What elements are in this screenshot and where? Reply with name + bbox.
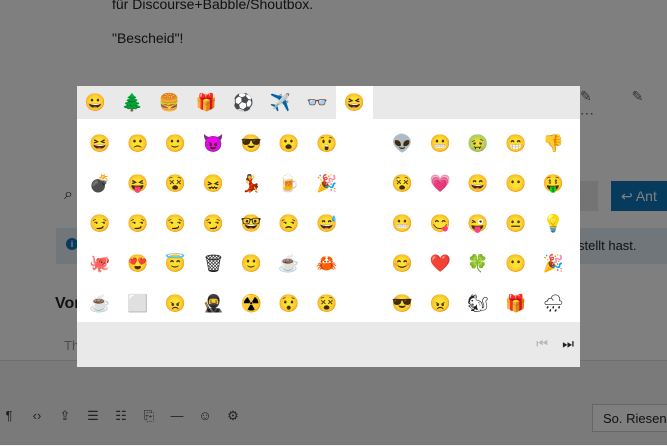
tab-custom[interactable]: 😆	[336, 86, 373, 119]
emoji-item[interactable]: 👎	[535, 123, 573, 163]
emoji-item[interactable]: 😏	[81, 203, 119, 243]
emoji-item[interactable]: 😇	[157, 243, 195, 283]
emoji-empty-cell	[346, 163, 384, 203]
emoji-item[interactable]: 🙂	[157, 123, 195, 163]
emoji-item[interactable]: 😋	[421, 203, 459, 243]
last-page-icon[interactable]: ⏭	[562, 336, 574, 352]
emoji-item[interactable]: 😆	[81, 123, 119, 163]
emoji-empty-cell	[346, 243, 384, 283]
emoji-item[interactable]: 🐿	[459, 283, 497, 323]
emoji-grid: 😆 🙁 🙂 😈 😎 😮 😲 👽 😬 🤢 😁 👎 💣 😝 😵 😖 💃 🍺 🎉 😵 💗 😄 😶 🤑 😏 😏 😏 😏 🤓 😒 😅 😬 😋 😜 😐 💡 🐙 😍 😇 🗑…	[81, 123, 572, 323]
emoji-item[interactable]: 🍀	[459, 243, 497, 283]
tab-celebration[interactable]: 🎁	[188, 86, 225, 119]
tab-objects[interactable]: 👓	[299, 86, 336, 119]
emoji-category-tabs: 😀 🌲 🍔 🎁 ⚽ ✈️ 👓 😆	[77, 86, 580, 119]
tab-nature[interactable]: 🌲	[114, 86, 151, 119]
emoji-item[interactable]: ☕	[270, 243, 308, 283]
emoji-item[interactable]: 🎉	[535, 243, 573, 283]
emoji-item[interactable]: 🤓	[232, 203, 270, 243]
emoji-item[interactable]: 😐	[497, 203, 535, 243]
emoji-item[interactable]: 😠	[421, 283, 459, 323]
emoji-item[interactable]: 🎁	[497, 283, 535, 323]
emoji-item[interactable]: 🙁	[119, 123, 157, 163]
emoji-empty-cell	[346, 123, 384, 163]
emoji-item[interactable]: 🗑	[194, 243, 232, 283]
emoji-item[interactable]: 😶	[497, 243, 535, 283]
emoji-item[interactable]: 😝	[119, 163, 157, 203]
emoji-grid-area: 😆 🙁 🙂 😈 😎 😮 😲 👽 😬 🤢 😁 👎 💣 😝 😵 😖 💃 🍺 🎉 😵 💗 😄 😶 🤑 😏 😏 😏 😏 🤓 😒 😅 😬 😋 😜 😐 💡 🐙 😍 😇 🗑…	[77, 119, 580, 322]
emoji-empty-cell	[346, 203, 384, 243]
emoji-item[interactable]: 😎	[383, 283, 421, 323]
emoji-item[interactable]: 💡	[535, 203, 573, 243]
emoji-item[interactable]: 🥷	[194, 283, 232, 323]
emoji-item[interactable]: 😵	[308, 283, 346, 323]
emoji-item[interactable]: 🌧	[535, 283, 573, 323]
emoji-item[interactable]: 😶	[497, 163, 535, 203]
emoji-item[interactable]: 😒	[270, 203, 308, 243]
tab-activity[interactable]: ⚽	[225, 86, 262, 119]
emoji-item[interactable]: ❤️	[421, 243, 459, 283]
emoji-item[interactable]: 🍺	[270, 163, 308, 203]
emoji-item[interactable]: 🙂	[232, 243, 270, 283]
emoji-item[interactable]: ☢️	[232, 283, 270, 323]
emoji-item[interactable]: 😈	[194, 123, 232, 163]
emoji-item[interactable]: 🦀	[308, 243, 346, 283]
emoji-item[interactable]: 😬	[383, 203, 421, 243]
emoji-item[interactable]: 🎉	[308, 163, 346, 203]
emoji-item[interactable]: 😎	[232, 123, 270, 163]
emoji-item[interactable]: 😬	[421, 123, 459, 163]
emoji-item[interactable]: 💣	[81, 163, 119, 203]
emoji-item[interactable]: 😯	[270, 283, 308, 323]
emoji-picker-modal: 😀 🌲 🍔 🎁 ⚽ ✈️ 👓 😆 😆 🙁 🙂 😈 😎 😮 😲 👽 😬 🤢 😁 👎 💣 😝 😵 😖 💃 🍺 🎉 😵 💗 😄 😶 🤑 😏 😏 😏 😏 🤓 😒…	[77, 86, 580, 367]
emoji-item[interactable]: 😏	[157, 203, 195, 243]
tab-smileys[interactable]: 😀	[77, 86, 114, 119]
tab-food[interactable]: 🍔	[151, 86, 188, 119]
emoji-item[interactable]: ☕	[81, 283, 119, 323]
emoji-item[interactable]: 🤢	[459, 123, 497, 163]
emoji-item[interactable]: 😵	[383, 163, 421, 203]
emoji-item[interactable]: 👽	[383, 123, 421, 163]
emoji-item[interactable]: 😍	[119, 243, 157, 283]
emoji-item[interactable]: 💗	[421, 163, 459, 203]
first-page-icon[interactable]: ⏮	[536, 336, 548, 352]
emoji-item[interactable]: 😁	[497, 123, 535, 163]
emoji-item[interactable]: 🤑	[535, 163, 573, 203]
tab-travel[interactable]: ✈️	[262, 86, 299, 119]
emoji-item[interactable]: 😄	[459, 163, 497, 203]
emoji-item[interactable]: 😵	[157, 163, 195, 203]
emoji-item[interactable]: 😖	[194, 163, 232, 203]
emoji-item[interactable]: 😲	[308, 123, 346, 163]
emoji-item[interactable]: 😅	[308, 203, 346, 243]
emoji-item[interactable]: 😜	[459, 203, 497, 243]
emoji-picker-footer: ⏮ ⏭	[77, 322, 580, 367]
emoji-item[interactable]: 😮	[270, 123, 308, 163]
emoji-item[interactable]: 😠	[157, 283, 195, 323]
emoji-item[interactable]: 🐙	[81, 243, 119, 283]
emoji-item[interactable]: 💃	[232, 163, 270, 203]
emoji-item[interactable]: 😏	[119, 203, 157, 243]
emoji-item[interactable]: 😊	[383, 243, 421, 283]
emoji-item[interactable]: 😏	[194, 203, 232, 243]
emoji-empty-cell	[346, 283, 384, 323]
emoji-item[interactable]: ⬜	[119, 283, 157, 323]
